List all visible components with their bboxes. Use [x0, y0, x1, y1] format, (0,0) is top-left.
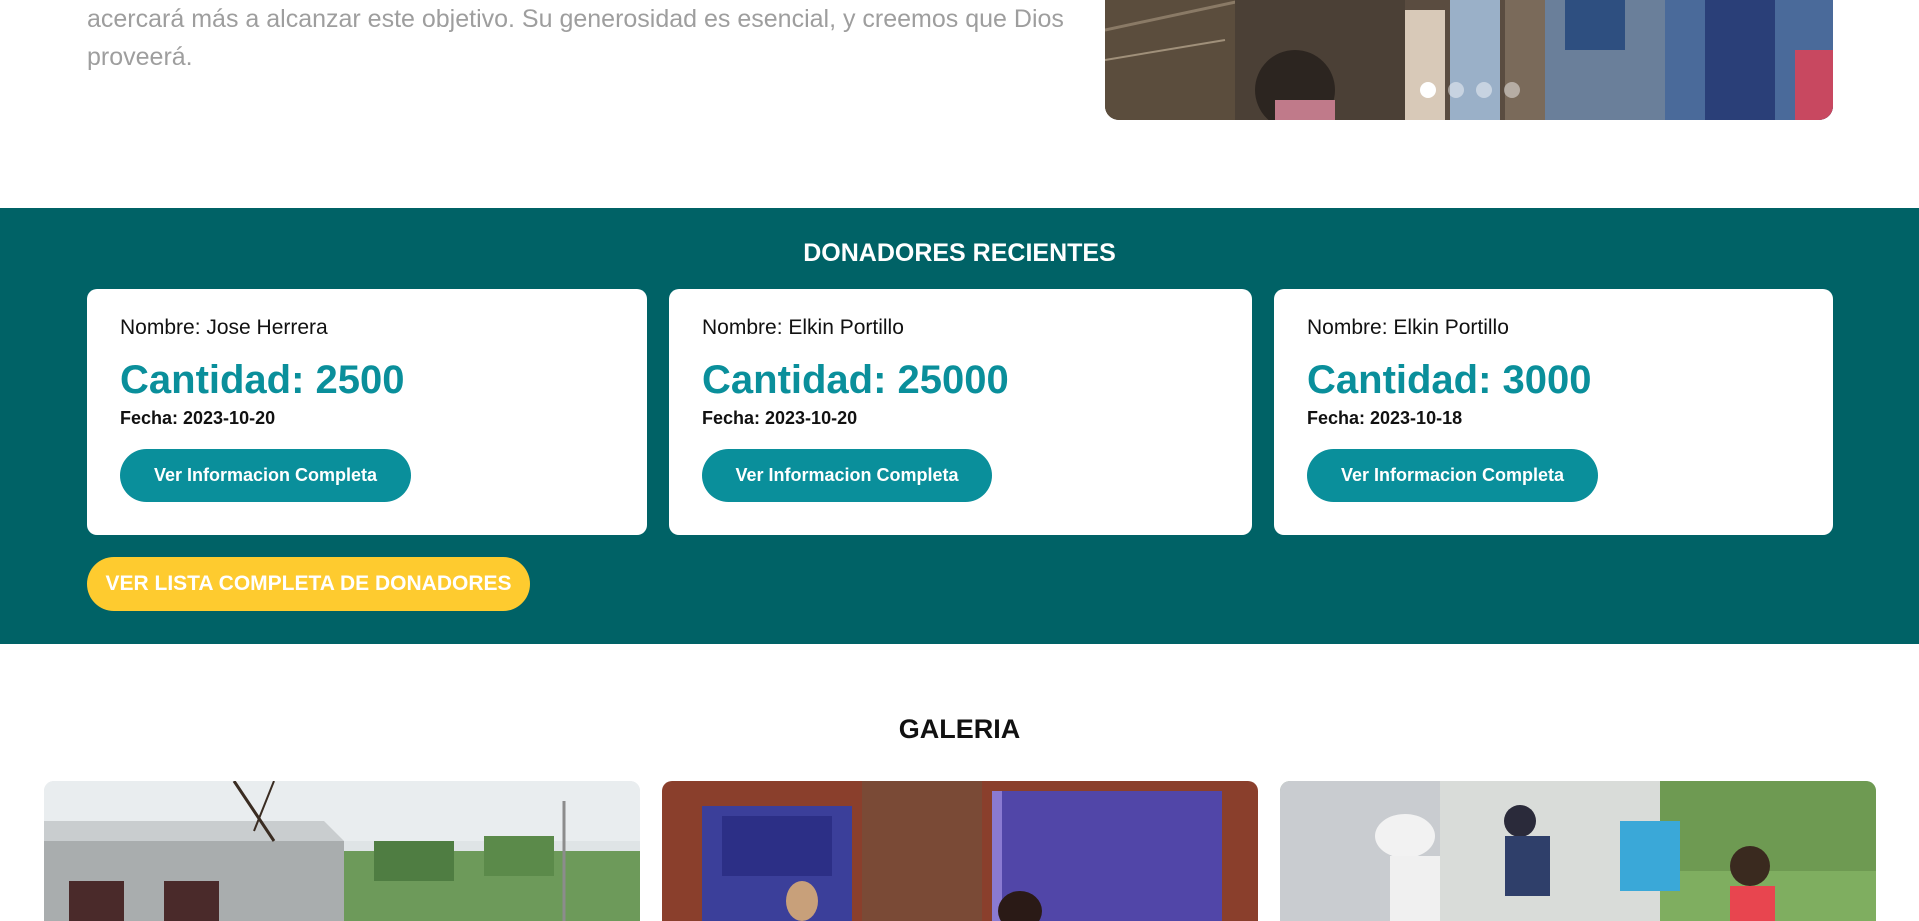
donor-date: Fecha: 2023-10-20 — [120, 408, 276, 428]
carousel-indicators — [1420, 82, 1520, 98]
donor-date: Fecha: 2023-10-18 — [1307, 408, 1463, 428]
carousel-dot-1[interactable] — [1420, 82, 1436, 98]
gallery-image-outdoor[interactable] — [1280, 781, 1876, 921]
donor-card: Nombre: Elkin Portillo Cantidad: 3000 Fe… — [1274, 289, 1833, 535]
full-donor-list-button[interactable]: VER LISTA COMPLETA DE DONADORES — [87, 557, 530, 611]
recent-donors-title: DONADORES RECIENTES — [803, 239, 1116, 267]
gallery-image-interior[interactable] — [662, 781, 1258, 921]
donor-date: Fecha: 2023-10-20 — [702, 408, 858, 428]
donor-card: Nombre: Elkin Portillo Cantidad: 25000 F… — [669, 289, 1252, 535]
donor-card: Nombre: Jose Herrera Cantidad: 2500 Fech… — [87, 289, 647, 535]
carousel-dot-4[interactable] — [1504, 82, 1520, 98]
intro-section: acercará más a alcanzar este objetivo. S… — [0, 0, 1919, 208]
carousel-photo — [1105, 0, 1833, 120]
donor-name: Nombre: Elkin Portillo — [1307, 316, 1509, 339]
donor-name: Nombre: Elkin Portillo — [702, 316, 904, 339]
recent-donors-section: DONADORES RECIENTES Nombre: Jose Herrera… — [0, 208, 1919, 644]
gallery-section: GALERIA — [0, 644, 1919, 921]
view-full-info-button[interactable]: Ver Informacion Completa — [702, 449, 992, 502]
view-full-info-button[interactable]: Ver Informacion Completa — [120, 449, 411, 502]
view-full-info-button[interactable]: Ver Informacion Completa — [1307, 449, 1598, 502]
gallery-title: GALERIA — [898, 714, 1021, 744]
donor-amount: Cantidad: 2500 — [120, 358, 405, 402]
donor-amount: Cantidad: 25000 — [702, 358, 1009, 402]
carousel-dot-3[interactable] — [1476, 82, 1492, 98]
gallery-image-building[interactable] — [44, 781, 640, 921]
photo-carousel[interactable] — [1105, 0, 1833, 120]
intro-paragraph: acercará más a alcanzar este objetivo. S… — [87, 5, 1064, 71]
donor-name: Nombre: Jose Herrera — [120, 316, 328, 339]
donor-amount: Cantidad: 3000 — [1307, 358, 1592, 402]
carousel-dot-2[interactable] — [1448, 82, 1464, 98]
